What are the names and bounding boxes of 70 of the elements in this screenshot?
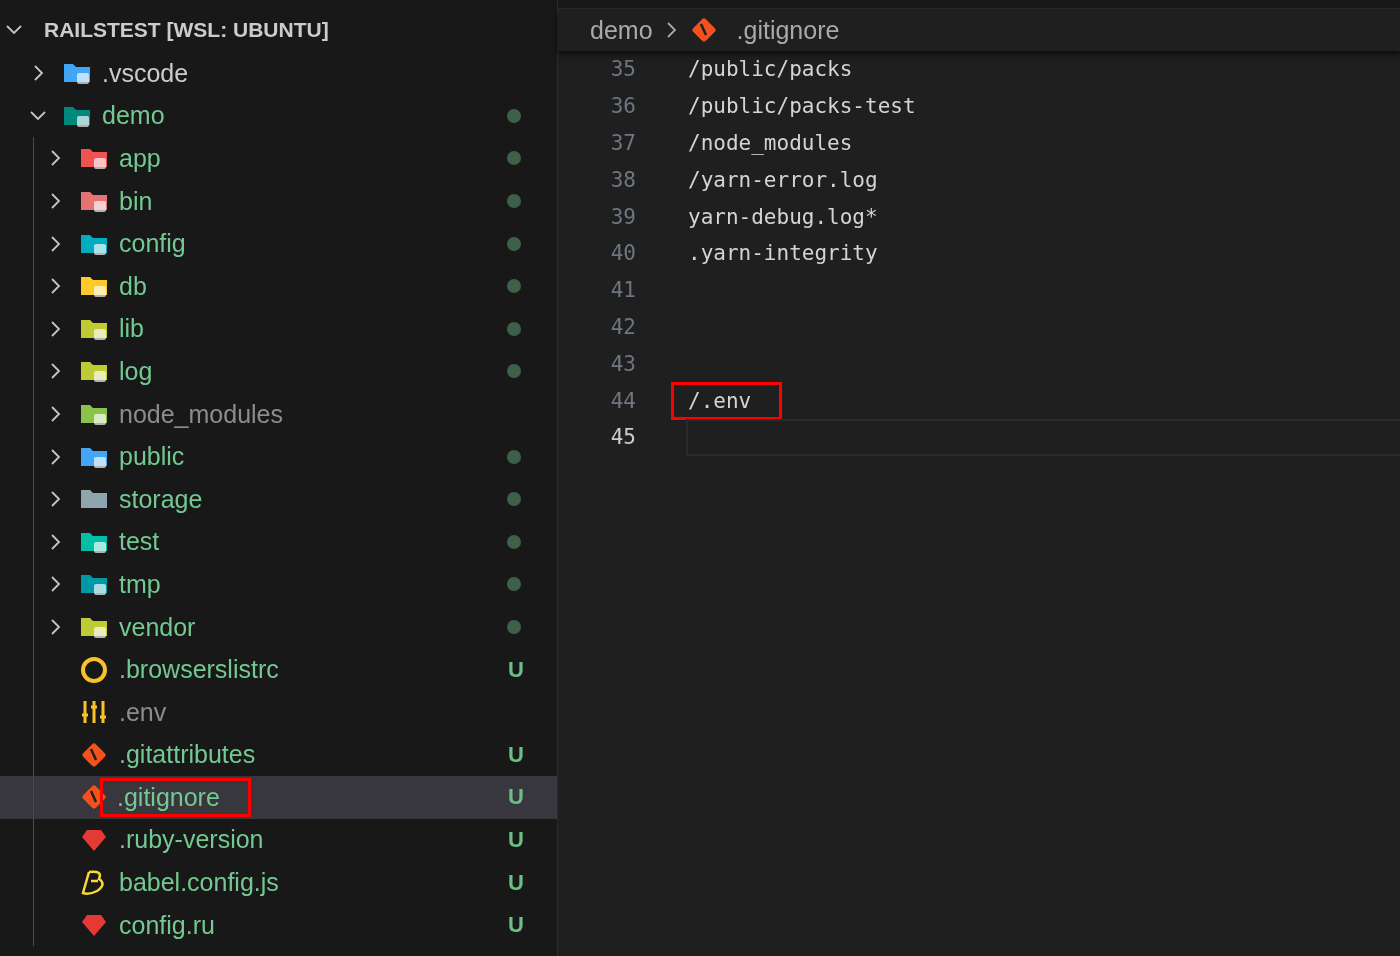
folder-name: tmp [119,569,161,599]
tree-item[interactable]: .ruby-version U [0,818,557,862]
breadcrumb[interactable]: demo [590,15,653,45]
folder-name: vendor [119,612,196,642]
folder-name: test [119,527,160,557]
tree-item[interactable]: log [0,350,557,393]
file-name: config.ru [119,910,215,940]
code-line: yarn-debug.log* [688,204,878,229]
file-name: .gitattributes [119,740,256,770]
tree-item[interactable]: .vscode [0,52,557,95]
folder-name: public [119,442,185,472]
file-name: .ruby-version [119,825,264,855]
folder-name: app [119,144,161,173]
code-line: /node_modules [688,131,853,155]
git-status: U [508,912,524,939]
folder-name: .vscode [102,58,189,88]
tree-item[interactable]: test [0,520,557,564]
line-number: 36 [609,94,636,119]
folder-name: lib [119,314,144,344]
line-number: 44 [609,388,636,413]
tree-item[interactable]: bin [0,179,557,223]
git-status: U [508,784,524,811]
tree-item[interactable]: app [0,137,557,180]
file-name: .gitignore [117,782,220,812]
tree-item[interactable]: vendor [0,605,557,649]
folder-name: log [119,356,153,386]
line-number: 43 [609,351,636,376]
ring-icon [79,654,109,685]
line-number: 42 [609,314,636,339]
tree-item[interactable]: .env [0,690,557,734]
tree-item[interactable]: config.ru U [0,903,557,947]
tree-item[interactable]: public [0,435,557,478]
code-line: /yarn-error.log [688,167,878,192]
tree-item[interactable]: .browserslistrc U [0,648,557,691]
folder-name: node_modules [119,399,283,429]
git-status: U [508,827,524,853]
folder-name: db [119,271,147,301]
tree-item[interactable]: babel.config.js U [0,861,557,904]
git-status: U [508,656,524,683]
folder-name: storage [119,484,203,514]
folder-name: demo [102,101,165,131]
tree-item[interactable]: .gitignore U [0,776,557,819]
highlighted-code-line: /.env [674,384,780,417]
line-number: 45 [609,425,636,450]
line-number: 39 [609,204,636,229]
breadcrumb[interactable]: .gitignore [736,15,840,45]
tree-item[interactable]: node_modules [0,392,557,436]
line-number: 35 [609,57,636,82]
file-name: .env [119,697,167,727]
code-line: /public/packs [688,57,853,82]
file-name: babel.config.js [119,868,279,898]
folder-name: config [119,229,186,259]
tree-item[interactable]: lib [0,307,557,351]
code-line: .yarn-integrity [688,241,878,266]
tree-item[interactable]: config [0,222,557,265]
git-status: U [508,741,524,768]
line-number: 41 [609,278,636,303]
workspace-title: RAILSTEST [WSL: UBUNTU] [44,18,329,42]
tree-item[interactable]: tmp [0,563,557,606]
tree-item[interactable]: storage [0,477,557,521]
code-line: /public/packs-test [688,94,916,119]
line-number: 38 [609,167,636,192]
line-number: 40 [609,241,636,266]
tree-item[interactable]: demo [0,94,557,138]
tree-item[interactable]: .gitattributes U [0,733,557,777]
tree-item[interactable]: db [0,264,557,308]
folder-name: bin [119,186,153,216]
file-name: .browserslistrc [119,655,279,685]
git-status: U [508,869,524,896]
line-number: 37 [609,131,636,155]
